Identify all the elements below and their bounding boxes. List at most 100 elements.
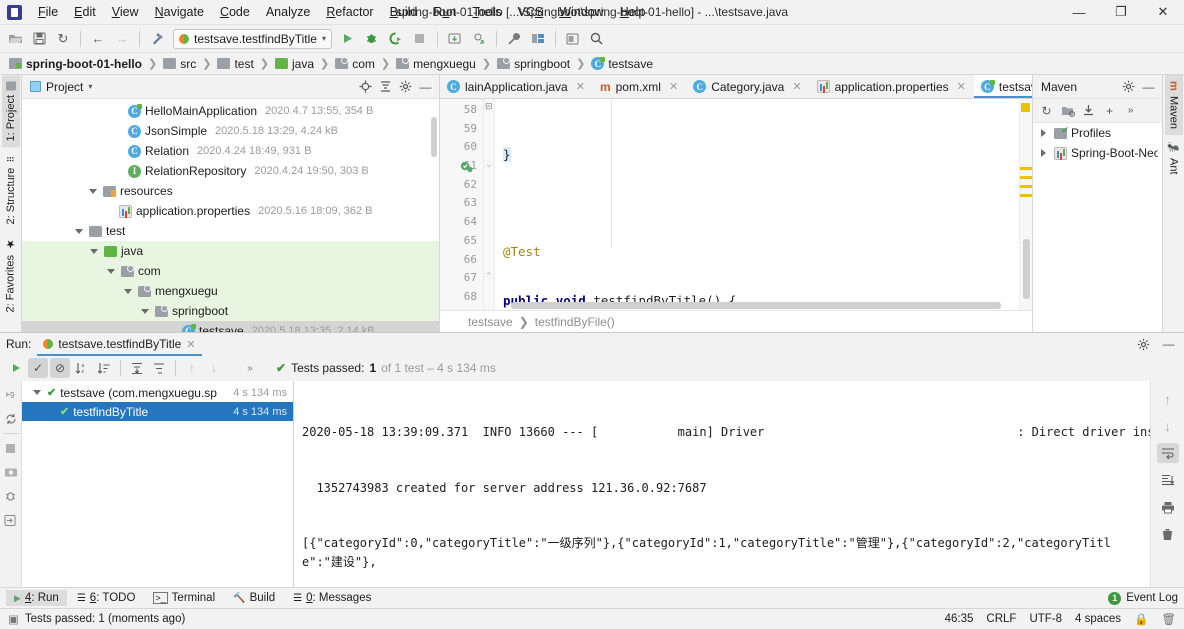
add-maven-project-icon[interactable] [1058, 101, 1077, 120]
update-project-icon[interactable] [444, 28, 466, 50]
project-scrollbar-thumb[interactable] [431, 117, 437, 157]
refresh-icon[interactable]: ↻ [1037, 101, 1056, 120]
more-icon[interactable]: » [240, 358, 260, 378]
open-project-icon[interactable] [4, 28, 26, 50]
tab-mainapplication-java[interactable]: C lainApplication.java ✕ [440, 75, 593, 98]
gear-icon[interactable] [396, 77, 415, 96]
menu-tools[interactable]: Tools [464, 3, 509, 21]
export-icon[interactable] [0, 510, 22, 530]
debug-icon[interactable] [361, 28, 383, 50]
tool-window-messages[interactable]: ☰ 0: Messages [285, 590, 379, 606]
tool-window-terminal[interactable]: >_ Terminal [145, 590, 223, 606]
hide-ignored-icon[interactable]: ⊘ [50, 358, 70, 378]
console-output[interactable]: 2020-05-18 13:39:09.371 INFO 13660 --- [… [294, 381, 1150, 587]
tab-pom-xml[interactable]: m pom.xml ✕ [593, 75, 686, 98]
commit-icon[interactable] [468, 28, 490, 50]
sort-by-duration-icon[interactable] [94, 358, 114, 378]
settings-wrench-icon[interactable] [503, 28, 525, 50]
gear-icon[interactable] [1134, 335, 1153, 354]
project-tree[interactable]: C HelloMainApplication 2020.4.7 13:55, 3… [22, 99, 439, 332]
breadcrumb-class-label[interactable]: testsave [468, 315, 513, 329]
menu-refactor[interactable]: Refactor [318, 3, 381, 21]
rerun-failed-icon[interactable]: 9 [0, 385, 22, 405]
expand-arrow-icon[interactable] [72, 225, 85, 238]
more-icon[interactable]: » [1121, 101, 1140, 120]
tab-category-java[interactable]: C Category.java ✕ [686, 75, 809, 98]
menu-build[interactable]: Build [382, 3, 426, 21]
event-log-label[interactable]: Event Log [1126, 592, 1178, 604]
expand-arrow-icon[interactable] [86, 185, 99, 198]
tree-item-relation[interactable]: C Relation 2020.4.24 18:49, 931 B [22, 141, 439, 161]
layout-icon[interactable] [562, 28, 584, 50]
minimize-button[interactable]: — [1058, 0, 1100, 25]
scroll-to-end-icon[interactable] [1157, 470, 1179, 490]
breadcrumb-test[interactable]: test [214, 56, 256, 72]
forward-icon[interactable]: → [111, 28, 133, 50]
stop-icon[interactable] [409, 28, 431, 50]
menu-run[interactable]: Run [425, 3, 464, 21]
line-separator[interactable]: CRLF [986, 613, 1016, 625]
show-passed-icon[interactable]: ✓ [28, 358, 48, 378]
test-tree-item-testfindbytitle[interactable]: ✔ testfindByTitle 4 s 134 ms [22, 402, 293, 421]
test-tree-item-testsave[interactable]: ✔ testsave (com.mengxuegu.sp 4 s 134 ms [22, 383, 293, 402]
breadcrumb-project[interactable]: spring-boot-01-hello [6, 56, 145, 72]
add-icon[interactable]: + [1100, 101, 1119, 120]
sidebar-item-project[interactable]: 1: Project [1, 75, 20, 148]
fold-region-icon[interactable]: ⌄ [485, 159, 493, 170]
run-icon[interactable] [337, 28, 359, 50]
indent-setting[interactable]: 4 spaces [1075, 613, 1121, 625]
locate-icon[interactable] [356, 77, 375, 96]
back-icon[interactable]: ← [87, 28, 109, 50]
chevron-down-icon[interactable]: ▾ [322, 34, 326, 43]
caret-position[interactable]: 46:35 [945, 613, 974, 625]
maven-tree[interactable]: ✔ Profiles Spring-Boot-Neo [1033, 123, 1162, 163]
close-button[interactable]: ✕ [1142, 0, 1184, 25]
collapse-all-icon[interactable] [149, 358, 169, 378]
maven-item-spring-boot-neo[interactable]: Spring-Boot-Neo [1033, 143, 1162, 163]
next-test-icon[interactable]: ↓ [204, 358, 224, 378]
close-icon[interactable]: ✕ [792, 80, 801, 93]
file-encoding[interactable]: UTF-8 [1029, 613, 1062, 625]
stop-icon[interactable] [0, 438, 22, 458]
menu-window[interactable]: Window [551, 3, 611, 21]
build-hammer-icon[interactable] [146, 28, 168, 50]
breadcrumb-com[interactable]: com [332, 56, 378, 72]
close-icon[interactable]: ✕ [186, 338, 195, 351]
tree-item-testsave[interactable]: C testsave 2020.5.18 13:35, 2.14 kB [22, 321, 439, 332]
event-log-area[interactable]: 1 Event Log [1108, 591, 1178, 605]
warning-stripe[interactable] [1020, 194, 1032, 197]
gear-icon[interactable] [1119, 77, 1138, 96]
tool-window-run[interactable]: ▶ 4: Run [6, 590, 67, 606]
tree-item-com[interactable]: com [22, 261, 439, 281]
expand-arrow-icon[interactable] [121, 285, 134, 298]
breadcrumb-testsave[interactable]: C testsave [588, 56, 656, 72]
clear-all-icon[interactable] [1157, 524, 1179, 544]
editor-gutter[interactable]: 58 59 60 61 62 63 64 65 66 67 68 [440, 99, 484, 310]
collapse-all-icon[interactable] [376, 77, 395, 96]
print-icon[interactable] [1157, 497, 1179, 517]
tool-window-build[interactable]: 🔨 Build [225, 590, 283, 606]
prev-test-icon[interactable]: ↑ [182, 358, 202, 378]
editor-horizontal-scrollbar[interactable] [511, 302, 1001, 309]
search-everywhere-icon[interactable] [586, 28, 608, 50]
close-icon[interactable]: ✕ [576, 80, 585, 93]
tree-item-jsonsimple[interactable]: C JsonSimple 2020.5.18 13:29, 4.24 kB [22, 121, 439, 141]
tree-item-relationrepository[interactable]: I RelationRepository 2020.4.24 19:50, 30… [22, 161, 439, 181]
tree-item-springboot[interactable]: springboot [22, 301, 439, 321]
tab-application-properties[interactable]: application.properties ✕ [810, 75, 974, 98]
breadcrumb-springboot[interactable]: springboot [494, 56, 573, 72]
code-content[interactable]: } @Test public void testfindByTitle() { … [495, 99, 1019, 310]
scroll-down-icon[interactable]: ↓ [1157, 416, 1179, 436]
warning-stripe[interactable] [1020, 185, 1032, 188]
debug-icon[interactable] [0, 486, 22, 506]
hide-panel-icon[interactable]: — [1139, 77, 1158, 96]
tree-item-java[interactable]: java [22, 241, 439, 261]
tree-item-test[interactable]: test [22, 221, 439, 241]
sync-icon[interactable]: ↻ [52, 28, 74, 50]
scroll-up-icon[interactable]: ↑ [1157, 389, 1179, 409]
menu-file[interactable]: File [30, 3, 66, 21]
toggle-auto-test-icon[interactable] [0, 409, 22, 429]
breadcrumb-src[interactable]: src [160, 56, 199, 72]
breadcrumb-method-label[interactable]: testfindByFile() [535, 315, 615, 329]
menu-vcs[interactable]: VCS [510, 3, 552, 21]
